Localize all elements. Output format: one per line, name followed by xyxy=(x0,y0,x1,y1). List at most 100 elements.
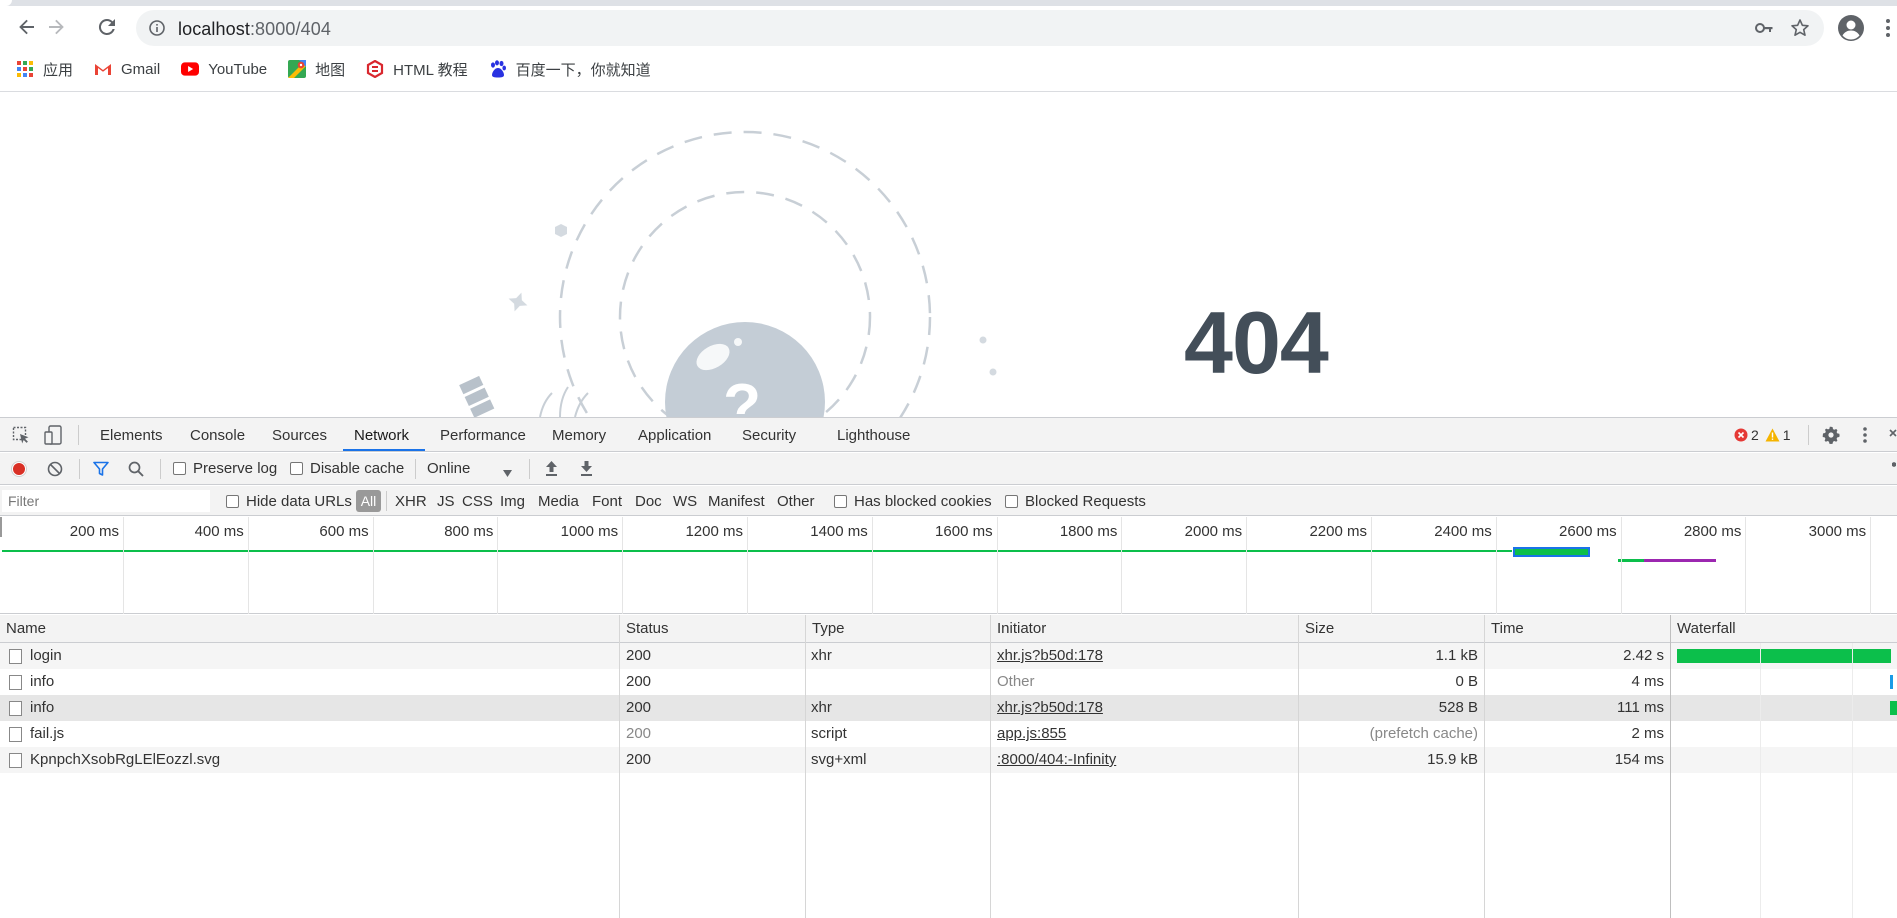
throttling-select[interactable]: Online xyxy=(427,460,517,477)
device-toolbar-icon[interactable] xyxy=(44,425,62,449)
tab-memory[interactable]: Memory xyxy=(552,427,606,444)
filter-ws[interactable]: WS xyxy=(673,493,697,510)
address-bar[interactable]: localhost:8000/404 xyxy=(136,10,1824,46)
filter-js[interactable]: JS xyxy=(437,493,455,510)
tab-performance[interactable]: Performance xyxy=(440,427,526,444)
cell-name: KpnpchXsobRgLElEozzl.svg xyxy=(30,751,221,768)
cell-initiator[interactable]: xhr.js?b50d:178 xyxy=(997,643,1292,669)
tab-elements[interactable]: Elements xyxy=(100,427,163,444)
key-icon[interactable] xyxy=(1754,19,1774,42)
table-row[interactable]: info 200 Other 0 B 4 ms xyxy=(0,669,1897,695)
network-settings-icon[interactable] xyxy=(1891,461,1897,481)
back-button[interactable] xyxy=(13,13,41,41)
profile-avatar[interactable] xyxy=(1837,14,1865,47)
divider xyxy=(386,491,387,511)
devtools-menu-icon[interactable] xyxy=(1862,426,1868,448)
col-header-type[interactable]: Type xyxy=(806,615,990,643)
site-info-icon[interactable] xyxy=(148,19,166,42)
bookmark-gmail[interactable]: Gmail xyxy=(94,60,160,78)
filter-doc[interactable]: Doc xyxy=(635,493,662,510)
checkbox-box[interactable] xyxy=(1005,495,1018,508)
overview-tick-label: 1200 ms xyxy=(685,523,743,540)
filter-xhr[interactable]: XHR xyxy=(395,493,427,510)
bookmark-maps[interactable]: 地图 xyxy=(288,59,345,80)
checkbox-box[interactable] xyxy=(226,495,239,508)
filter-media[interactable]: Media xyxy=(538,493,579,510)
search-button[interactable] xyxy=(128,461,144,481)
bookmark-youtube[interactable]: YouTube xyxy=(181,60,267,78)
has-blocked-cookies-checkbox[interactable]: Has blocked cookies xyxy=(834,493,992,510)
star-icon[interactable] xyxy=(1790,18,1810,43)
preserve-log-checkbox[interactable]: Preserve log xyxy=(173,460,277,477)
url-text[interactable]: localhost:8000/404 xyxy=(178,19,331,40)
bookmark-apps[interactable]: 应用 xyxy=(16,59,73,80)
cell-name: login xyxy=(30,647,62,664)
tab-console[interactable]: Console xyxy=(190,427,245,444)
overview-gridline xyxy=(747,517,748,614)
bookmark-label: 应用 xyxy=(43,61,74,79)
col-header-time[interactable]: Time xyxy=(1485,615,1670,643)
cell-initiator[interactable]: app.js:855 xyxy=(997,721,1292,747)
col-header-waterfall[interactable]: Waterfall xyxy=(1671,615,1897,643)
col-header-initiator[interactable]: Initiator xyxy=(991,615,1298,643)
filter-font[interactable]: Font xyxy=(592,493,622,510)
col-header-status[interactable]: Status xyxy=(620,615,805,643)
chrome-menu-button[interactable] xyxy=(1885,18,1891,43)
clear-button[interactable] xyxy=(47,461,63,481)
table-row[interactable]: login 200 xhr xhr.js?b50d:178 1.1 kB 2.42 s xyxy=(0,643,1897,669)
filter-input[interactable]: Filter xyxy=(2,490,210,512)
table-row[interactable]: info 200 xhr xhr.js?b50d:178 528 B 111 ms xyxy=(0,695,1897,721)
checkbox-box[interactable] xyxy=(834,495,847,508)
overview-tick-label: 1400 ms xyxy=(810,523,868,540)
tab-sources[interactable]: Sources xyxy=(272,427,327,444)
filter-other[interactable]: Other xyxy=(777,493,815,510)
filter-manifest[interactable]: Manifest xyxy=(708,493,765,510)
forward-button[interactable] xyxy=(42,13,70,41)
disable-cache-checkbox[interactable]: Disable cache xyxy=(290,460,404,477)
table-row[interactable]: fail.js 200 script app.js:855 (prefetch cach… xyxy=(0,721,1897,747)
table-row[interactable]: KpnpchXsobRgLElEozzl.svg 200 svg+xml :8000/… xyxy=(0,747,1897,773)
url-path: :8000/404 xyxy=(249,19,331,39)
tab-lighthouse[interactable]: Lighthouse xyxy=(837,427,910,444)
checkbox-box[interactable] xyxy=(290,462,303,475)
cell-type: svg+xml xyxy=(811,751,867,768)
tab-application[interactable]: Application xyxy=(638,427,711,444)
inspect-element-icon[interactable] xyxy=(12,426,30,448)
browser-chrome: localhost:8000/404 应用 Gmail YouTube 地图 H… xyxy=(0,0,1897,92)
overview-window-handle[interactable] xyxy=(0,517,2,537)
settings-gear-icon[interactable] xyxy=(1822,426,1840,448)
record-button[interactable] xyxy=(11,461,27,481)
filter-img[interactable]: Img xyxy=(500,493,525,510)
filter-toggle-button[interactable] xyxy=(93,461,109,481)
bookmark-baidu[interactable]: 百度一下，你就知道 xyxy=(489,59,651,80)
overview-tick-label: 1000 ms xyxy=(560,523,619,540)
export-har-button[interactable] xyxy=(579,460,594,481)
filter-css[interactable]: CSS xyxy=(462,493,493,510)
bookmark-html-tutorial[interactable]: HTML 教程 xyxy=(366,59,468,80)
checkbox-box[interactable] xyxy=(173,462,186,475)
cell-status: 200 xyxy=(626,751,652,768)
hide-data-urls-checkbox[interactable]: Hide data URLs xyxy=(226,493,352,510)
divider xyxy=(160,459,161,479)
reload-button[interactable] xyxy=(93,13,121,41)
cell-initiator[interactable]: xhr.js?b50d:178 xyxy=(997,695,1292,721)
import-har-button[interactable] xyxy=(544,460,559,481)
col-header-size[interactable]: Size xyxy=(1299,615,1484,643)
file-icon xyxy=(9,727,22,742)
cell-status: 200 xyxy=(626,673,652,690)
filter-all-button[interactable]: All xyxy=(356,490,381,512)
reload-icon xyxy=(98,18,115,35)
overview-gridline xyxy=(1495,517,1497,614)
tab-security[interactable]: Security xyxy=(742,427,796,444)
overview-tick-label: 2800 ms xyxy=(1683,523,1742,540)
throttling-value: Online xyxy=(427,460,471,477)
col-header-name[interactable]: Name xyxy=(0,615,619,643)
network-overview[interactable]: 200 ms 400 ms 600 ms 800 ms 1000 ms 1200 ms 14… xyxy=(0,517,1897,614)
cell-initiator[interactable]: :8000/404:-Infinity xyxy=(997,747,1292,773)
maps-icon xyxy=(288,60,307,78)
overview-login-bar xyxy=(2,550,1512,552)
blocked-requests-checkbox[interactable]: Blocked Requests xyxy=(1005,493,1146,510)
tab-network[interactable]: Network xyxy=(354,427,409,444)
issues-counter[interactable]: 2 1 xyxy=(1734,427,1791,443)
close-icon[interactable] xyxy=(1889,428,1897,446)
